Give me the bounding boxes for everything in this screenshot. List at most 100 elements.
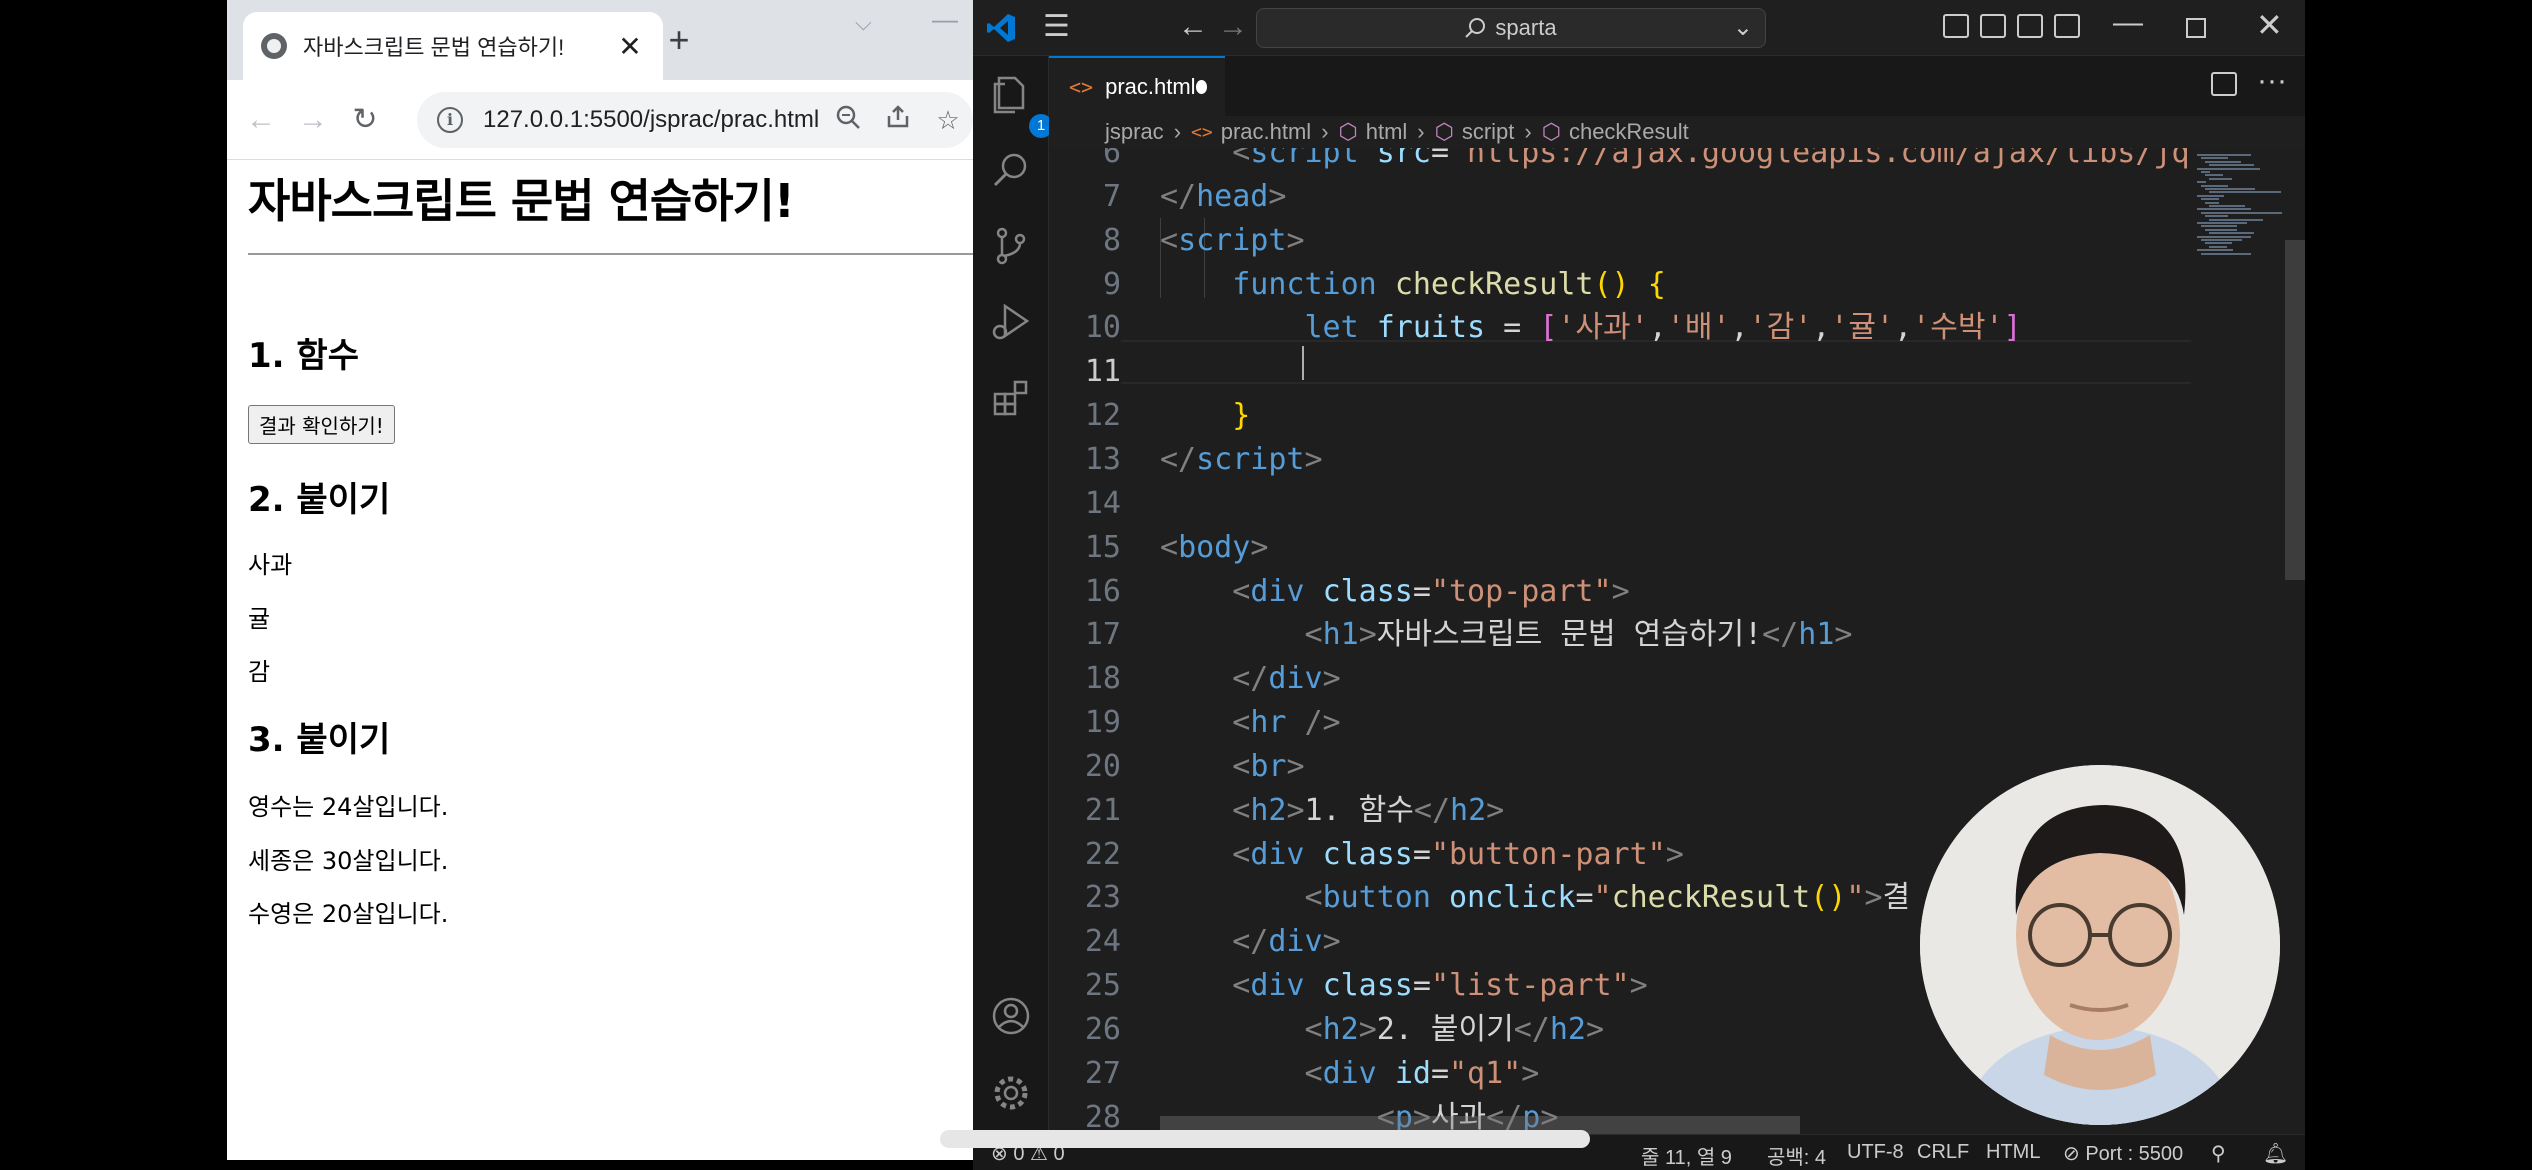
more-actions-icon[interactable]: ··· — [2257, 64, 2287, 98]
customize-layout-icon[interactable] — [2054, 14, 2080, 38]
line-ending[interactable]: CRLF — [1917, 1141, 1969, 1164]
minimize-button[interactable]: — — [2113, 6, 2143, 40]
code-line[interactable]: 20 <br> — [1049, 745, 2191, 789]
code-text: <script src="https://ajax.googleapis.com… — [1232, 148, 2190, 170]
code-line[interactable]: 17 <h1>자바스크립트 문법 연습하기!</h1> — [1049, 613, 2191, 657]
unsaved-dot-icon[interactable] — [1195, 80, 1207, 94]
code-line[interactable]: 9 function checkResult() { — [1049, 263, 2191, 307]
cursor-position[interactable]: 줄 11, 열 9 — [1641, 1141, 1732, 1170]
language-mode[interactable]: HTML — [1986, 1141, 2040, 1164]
indentation[interactable]: 공백: 4 — [1767, 1141, 1826, 1170]
gear-icon[interactable] — [987, 1071, 1035, 1119]
code-line[interactable]: 19 <hr /> — [1049, 701, 2191, 745]
encoding[interactable]: UTF-8 — [1847, 1141, 1904, 1164]
code-line[interactable]: 8 <script> — [1049, 219, 2191, 263]
line-number: 13 — [1084, 441, 1121, 477]
bell-icon[interactable]: 🔔︎ — [2263, 1141, 2288, 1166]
minimap-line — [2197, 222, 2247, 224]
line-number: 28 — [1084, 1099, 1121, 1134]
toggle-secondary-sidebar-icon[interactable] — [2017, 14, 2043, 38]
reload-button[interactable]: ↻ — [343, 98, 387, 142]
code-line[interactable]: 11 — [1049, 350, 2191, 394]
line-number: 14 — [1084, 485, 1121, 521]
code-text: <br> — [1232, 748, 1305, 784]
back-arrow-icon[interactable]: ← — [1178, 10, 1208, 44]
minimap-line — [2201, 211, 2282, 214]
tab-prac-html[interactable]: <> prac.html — [1049, 56, 1225, 116]
vscode-logo-icon — [987, 14, 1015, 42]
minimap-line — [2205, 215, 2228, 218]
editor-tabs: <> prac.html ··· — [1049, 56, 2305, 116]
split-editor-icon[interactable] — [2211, 72, 2237, 96]
breadcrumb-item[interactable]: html — [1366, 119, 1408, 145]
page-scrollbar[interactable] — [940, 1130, 1590, 1148]
web-page: 자바스크립트 문법 연습하기! 1. 함수 결과 확인하기! 2. 붙이기 사과… — [227, 160, 973, 1160]
chevron-down-icon[interactable]: ⌵ — [855, 10, 872, 36]
code-line[interactable]: 7 </head> — [1049, 175, 2191, 219]
code-line[interactable]: 13 </script> — [1049, 438, 2191, 482]
code-text: <div id="q1"> — [1304, 1055, 1540, 1091]
code-line[interactable]: 15 <body> — [1049, 526, 2191, 570]
back-button[interactable]: ← — [239, 98, 283, 142]
minimap-line — [2197, 235, 2251, 238]
list-item: 수영은 20살입니다. — [248, 900, 449, 928]
toggle-sidebar-icon[interactable] — [1943, 14, 1969, 38]
star-icon[interactable]: ☆ — [923, 105, 973, 136]
hamburger-menu-icon[interactable]: ☰ — [1043, 12, 1070, 42]
minimap-line — [2209, 191, 2281, 194]
code-line[interactable]: 14 — [1049, 482, 2191, 526]
code-line[interactable]: 6 <script src="https://ajax.googleapis.c… — [1049, 148, 2191, 175]
browser-tab[interactable]: 자바스크립트 문법 연습하기! ✕ — [243, 12, 663, 80]
no-entry-icon: ⊘ — [2063, 1143, 2080, 1165]
vertical-scrollbar[interactable] — [2285, 240, 2305, 580]
breadcrumb-item[interactable]: script — [1462, 119, 1515, 145]
list-item: 감 — [248, 658, 271, 686]
live-server-port[interactable]: ⊘ Port : 5500 — [2063, 1141, 2183, 1166]
code-text: <div class="button-part"> — [1232, 836, 1684, 872]
minimize-button[interactable]: — — [932, 4, 958, 35]
forward-arrow-icon[interactable]: → — [1218, 10, 1248, 44]
chevron-down-icon: ⌄ — [1732, 14, 1753, 41]
code-text: <h1>자바스크립트 문법 연습하기!</h1> — [1304, 617, 1853, 653]
address-bar[interactable]: i 127.0.0.1:5500/jsprac/prac.html ☆ — [417, 92, 973, 148]
code-text: function checkResult() { — [1232, 266, 1666, 302]
close-button[interactable]: ✕ — [2256, 6, 2283, 44]
search-icon[interactable] — [987, 148, 1035, 196]
minimap-line — [2205, 228, 2237, 231]
tab-close-button[interactable]: ✕ — [615, 30, 645, 63]
minimap-line — [2197, 249, 2233, 252]
forward-button[interactable]: → — [291, 98, 335, 142]
code-line[interactable]: 10 let fruits = ['사과','배','감','귤','수박'] — [1049, 306, 2191, 350]
info-icon[interactable]: i — [437, 107, 463, 133]
minimap-line — [2201, 239, 2242, 241]
browser-toolbar: ← → ↻ i 127.0.0.1:5500/jsprac/prac.html … — [227, 80, 973, 160]
code-text: <h2>2. 붙이기</h2> — [1304, 1012, 1605, 1047]
code-text: <div class="list-part"> — [1232, 968, 1648, 1004]
feedback-icon[interactable]: ⚲ — [2211, 1141, 2226, 1166]
line-number: 26 — [1084, 1012, 1121, 1047]
minimap-line — [2197, 167, 2260, 170]
minimap-line — [2201, 157, 2228, 160]
title-bar: ☰ ← → sparta ⌄ — ✕ — [973, 0, 2305, 56]
port-label: Port : 5500 — [2085, 1143, 2184, 1165]
code-line[interactable]: 12 } — [1049, 394, 2191, 438]
extensions-icon[interactable] — [987, 376, 1035, 424]
code-line[interactable]: 18 </div> — [1049, 657, 2191, 701]
new-tab-button[interactable]: + — [657, 20, 701, 64]
share-icon[interactable] — [873, 104, 923, 137]
breadcrumb-item[interactable]: jsprac — [1105, 119, 1164, 145]
check-result-button[interactable]: 결과 확인하기! — [248, 405, 395, 444]
breadcrumb-item[interactable]: checkResult — [1569, 119, 1689, 145]
chevron-right-icon: › — [1417, 119, 1425, 144]
source-control-icon[interactable] — [987, 224, 1035, 272]
toggle-panel-icon[interactable] — [1980, 14, 2006, 38]
command-center-search[interactable]: sparta ⌄ — [1256, 8, 1766, 48]
run-debug-icon[interactable] — [987, 300, 1035, 348]
zoom-icon[interactable] — [823, 104, 873, 137]
explorer-icon[interactable]: 1 — [987, 72, 1053, 138]
account-icon[interactable] — [987, 994, 1035, 1042]
presenter-image — [1920, 765, 2280, 1125]
maximize-button[interactable] — [2186, 18, 2206, 38]
breadcrumb-item[interactable]: prac.html — [1221, 119, 1311, 145]
code-line[interactable]: 16 <div class="top-part"> — [1049, 570, 2191, 614]
